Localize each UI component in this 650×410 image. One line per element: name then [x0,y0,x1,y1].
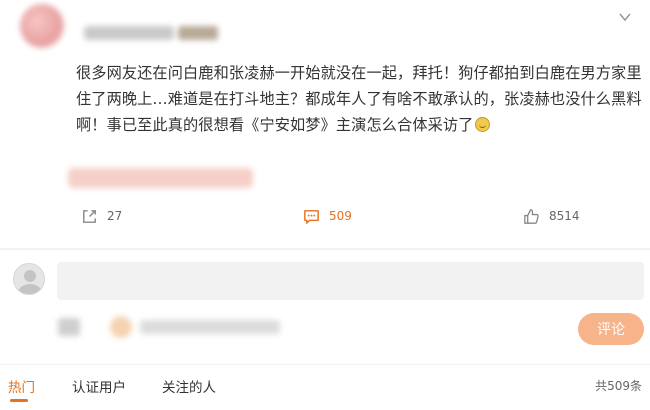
share-count: 27 [107,209,123,223]
blurred-emoji-icon[interactable] [110,316,132,338]
comment-input[interactable] [57,262,644,300]
tab-following[interactable]: 关注的人 [162,376,216,396]
total-comment-count: 共509条 [595,379,642,393]
comment-count: 509 [329,209,352,223]
post-text-content: 很多网友还在问白鹿和张凌赫一开始就没在一起，拜托！狗仔都拍到白鹿在男方家里住了两… [76,64,642,134]
divider [0,248,650,250]
author-tag-blurred [178,26,218,40]
tab-verified-users[interactable]: 认证用户 [72,376,126,396]
blurred-icon[interactable] [58,318,80,336]
blurred-option[interactable] [140,320,280,334]
author-name-blurred[interactable] [84,26,174,40]
post-text: 很多网友还在问白鹿和张凌赫一开始就没在一起，拜托！狗仔都拍到白鹿在男方家里住了两… [76,60,646,138]
comment-tabs: 热门 认证用户 关注的人 共509条 [0,364,650,410]
like-count: 8514 [549,209,580,223]
submit-comment-button[interactable]: 评论 [578,313,644,345]
author-avatar[interactable] [20,4,64,48]
share-icon [83,209,96,223]
blurred-content [68,168,253,188]
active-tab-indicator [10,399,28,402]
embarrassed-face-icon [475,117,491,132]
comment-icon [304,209,319,224]
like-button[interactable]: 8514 [522,204,580,228]
comment-action-button[interactable]: 509 [302,204,352,228]
current-user-avatar [13,263,45,295]
share-button[interactable]: 27 [80,204,122,228]
chevron-down-icon[interactable] [618,10,632,24]
thumbs-up-icon [524,208,539,224]
tab-hot[interactable]: 热门 [8,376,35,396]
